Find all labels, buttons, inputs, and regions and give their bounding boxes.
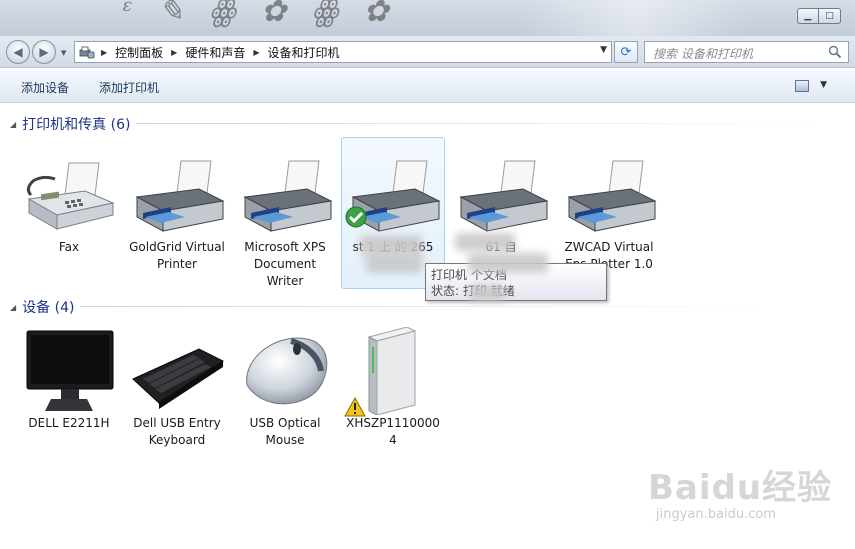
warning-icon [344, 397, 366, 417]
printer-icon [459, 160, 549, 232]
title-glass-highlight [520, 0, 750, 36]
printer-item-zwcad[interactable]: ZWCAD Virtual Eps Plotter 1.0 [557, 151, 661, 273]
printer-item-fax[interactable]: Fax [17, 151, 121, 256]
search-icon[interactable] [828, 45, 842, 59]
forward-button[interactable]: ▶ [32, 40, 56, 64]
devices-group-title: 设备 (4) [22, 300, 75, 316]
group-divider [80, 306, 780, 307]
collapse-triangle-icon[interactable]: ◢ [10, 120, 16, 129]
privacy-blur [366, 253, 422, 273]
tooltip-status-line: 状态: 打印 就绪 [431, 284, 515, 298]
printer-item-goldgrid[interactable]: GoldGrid Virtual Printer [125, 151, 229, 273]
fax-machine-icon [26, 162, 115, 230]
address-bar[interactable]: ▶ 控制面板 ▶ 硬件和声音 ▶ 设备和打印机 ▼ [74, 41, 612, 63]
minimize-icon: ▁ [804, 11, 812, 21]
printer-item-xps[interactable]: Microsoft XPS Document Writer [233, 151, 337, 290]
search-input[interactable]: 搜索 设备和打印机 [644, 41, 849, 63]
printer-label: GoldGrid Virtual Printer [129, 240, 225, 271]
device-item-mouse[interactable]: USB Optical Mouse [233, 327, 337, 449]
breadcrumb-separator-icon[interactable]: ▶ [253, 48, 259, 57]
privacy-blur [468, 253, 548, 273]
devices-printers-icon [79, 46, 95, 59]
device-label: USB Optical Mouse [249, 416, 321, 447]
monitor-icon [26, 330, 114, 411]
privacy-blur [360, 235, 422, 255]
change-view-icon[interactable] [795, 80, 809, 92]
printers-group-title: 打印机和传真 (6) [22, 117, 131, 133]
navigation-bar: ◀ ▶ ▼ ▶ 控制面板 ▶ 硬件和声音 ▶ 设备和打印机 ▼ ⟳ 搜索 设备和… [0, 36, 855, 68]
watermark-url: jingyan.baidu.com [656, 507, 776, 522]
device-item-keyboard[interactable]: Dell USB Entry Keyboard [125, 327, 229, 449]
breadcrumb-devices-printers[interactable]: 设备和打印机 [268, 44, 340, 61]
watermark-logo: Baidu经验 [648, 468, 833, 508]
window-controls: ▁ □ [797, 8, 841, 24]
maximize-icon: □ [825, 11, 834, 21]
recent-pages-dropdown[interactable]: ▼ [61, 49, 66, 57]
breadcrumb-control-panel[interactable]: 控制面板 [115, 44, 163, 61]
printer-icon [567, 160, 657, 232]
device-item-monitor[interactable]: DELL E2211H [17, 327, 121, 432]
add-printer-button[interactable]: 添加打印机 [99, 79, 159, 96]
device-label: XHSZP11100004 [346, 416, 440, 447]
group-divider [136, 123, 836, 124]
devices-group-header[interactable]: ◢ 设备 (4) [10, 297, 780, 317]
breadcrumb-separator-icon: ▶ [101, 47, 108, 57]
privacy-blur [455, 233, 515, 251]
back-arrow-icon: ◀ [13, 45, 23, 59]
printer-icon [135, 160, 225, 232]
device-label: Dell USB Entry Keyboard [133, 416, 221, 447]
collapse-triangle-icon[interactable]: ◢ [10, 303, 16, 312]
mouse-icon [246, 337, 328, 405]
view-options-dropdown[interactable]: ▼ [820, 80, 827, 90]
title-bar: ᵋ ✎ ꙮ ✿ ꙮ ✿ ▁ □ [0, 0, 855, 36]
keyboard-icon [132, 348, 225, 409]
command-bar: 添加设备 添加打印机 ▼ [0, 70, 855, 103]
content-pane: ◢ 打印机和传真 (6) Fax GoldGrid Virtual Printe… [0, 103, 855, 549]
breadcrumb-separator-icon[interactable]: ▶ [171, 48, 177, 57]
printer-icon [243, 160, 333, 232]
refresh-button[interactable]: ⟳ [614, 41, 638, 63]
back-button[interactable]: ◀ [6, 40, 30, 64]
privacy-blur [470, 285, 504, 301]
wallpaper-decoration: ᵋ ✎ ꙮ ✿ ꙮ ✿ [120, 0, 397, 29]
minimize-button[interactable]: ▁ [797, 8, 819, 24]
printers-group-header[interactable]: ◢ 打印机和传真 (6) [10, 114, 836, 134]
address-dropdown-icon[interactable]: ▼ [600, 45, 607, 55]
default-checkmark-icon [345, 206, 367, 228]
add-device-button[interactable]: 添加设备 [21, 79, 69, 96]
forward-arrow-icon: ▶ [39, 45, 49, 59]
maximize-button[interactable]: □ [819, 8, 841, 24]
device-label: DELL E2211H [28, 416, 110, 430]
device-item-external-drive[interactable]: XHSZP11100004 [341, 327, 445, 449]
printer-label: Fax [58, 240, 80, 254]
refresh-icon: ⟳ [620, 44, 632, 60]
baidu-watermark: Baidu经验 jingyan.baidu.com [648, 460, 848, 522]
printer-label: Microsoft XPS Document Writer [244, 240, 326, 288]
search-placeholder: 搜索 设备和打印机 [653, 47, 753, 61]
breadcrumb: ▶ 控制面板 ▶ 硬件和声音 ▶ 设备和打印机 [101, 44, 340, 61]
breadcrumb-hardware-sound[interactable]: 硬件和声音 [185, 44, 245, 61]
